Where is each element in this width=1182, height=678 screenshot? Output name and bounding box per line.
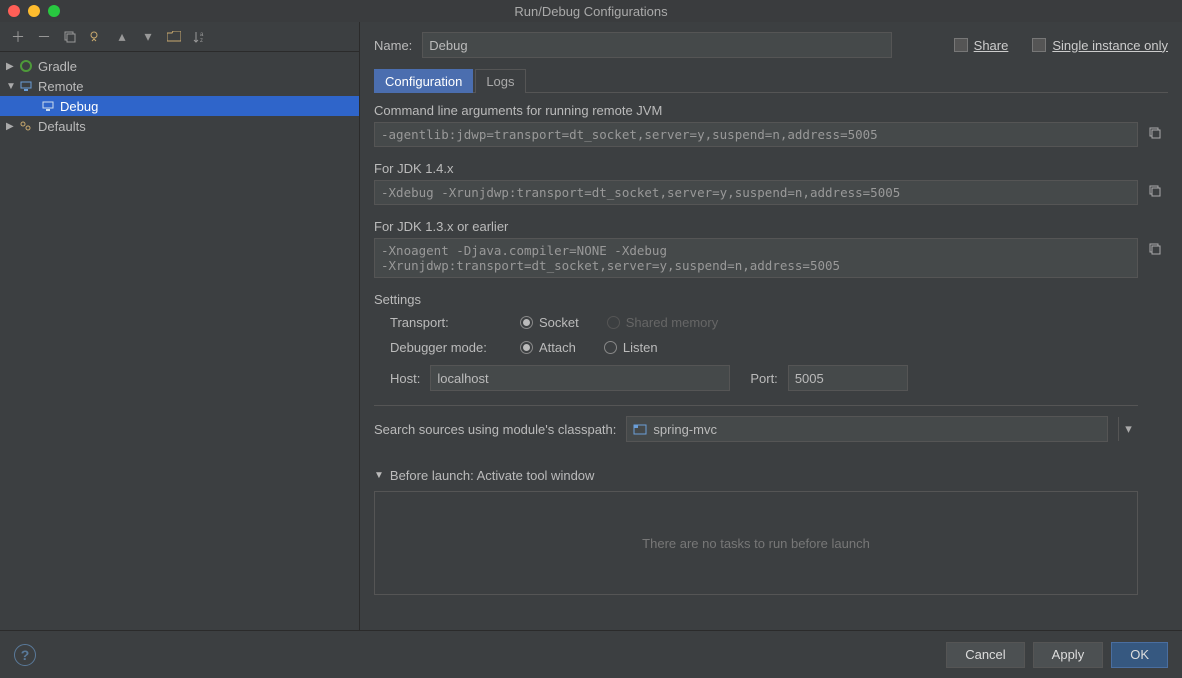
tab-logs[interactable]: Logs: [475, 69, 525, 93]
tree-label: Gradle: [38, 59, 77, 74]
chevron-right-icon: ▶: [6, 61, 18, 72]
copy-config-button[interactable]: [60, 27, 80, 47]
chevron-down-icon[interactable]: ▾: [1118, 417, 1138, 441]
port-label: Port:: [750, 371, 777, 386]
tree-item-debug[interactable]: Debug: [0, 96, 359, 116]
cancel-button[interactable]: Cancel: [946, 642, 1024, 668]
tabs: Configuration Logs: [374, 68, 1168, 93]
before-launch-toggle[interactable]: ▼ Before launch: Activate tool window: [374, 468, 1138, 483]
host-label: Host:: [390, 371, 420, 386]
jdk13-field[interactable]: -Xnoagent -Djava.compiler=NONE -Xdebug -…: [374, 238, 1138, 278]
remove-config-button[interactable]: －: [34, 27, 54, 47]
copy-icon[interactable]: [1146, 182, 1164, 200]
single-instance-checkbox-group[interactable]: Single instance only: [1032, 38, 1168, 53]
maximize-window-icon[interactable]: [48, 5, 60, 17]
move-up-button[interactable]: ▴: [112, 27, 132, 47]
cmd-args-label: Command line arguments for running remot…: [374, 103, 1138, 118]
debugger-mode-label: Debugger mode:: [390, 340, 500, 355]
name-label: Name:: [374, 38, 412, 53]
tree-item-remote[interactable]: ▼ Remote: [0, 76, 359, 96]
config-tree: ▶ Gradle ▼ Remote Debug ▶: [0, 52, 359, 630]
transport-socket-radio[interactable]: Socket: [520, 315, 579, 330]
chevron-down-icon: ▼: [6, 81, 18, 92]
move-down-button[interactable]: ▾: [138, 27, 158, 47]
radio-icon: [607, 316, 620, 329]
single-instance-label: Single instance only: [1052, 38, 1168, 53]
name-input[interactable]: [422, 32, 892, 58]
host-input[interactable]: [430, 365, 730, 391]
chevron-down-icon: ▼: [374, 470, 384, 481]
save-config-button[interactable]: [86, 27, 106, 47]
add-config-button[interactable]: ＋: [8, 27, 28, 47]
remote-icon: [40, 98, 56, 114]
radio-icon: [520, 316, 533, 329]
minimize-window-icon[interactable]: [28, 5, 40, 17]
radio-icon: [520, 341, 533, 354]
config-panel: Command line arguments for running remot…: [374, 103, 1168, 595]
window-controls: [8, 5, 60, 17]
select-value: spring-mvc: [653, 422, 717, 437]
tree-label: Defaults: [38, 119, 86, 134]
sidebar-toolbar: ＋ － ▴ ▾ az: [0, 22, 359, 52]
sidebar: ＋ － ▴ ▾ az ▶ Gradle: [0, 22, 360, 630]
copy-icon[interactable]: [1146, 240, 1164, 258]
radio-icon: [604, 341, 617, 354]
debugger-attach-radio[interactable]: Attach: [520, 340, 576, 355]
share-checkbox-group[interactable]: Share: [954, 38, 1009, 53]
copy-icon[interactable]: [1146, 124, 1164, 142]
checkbox-icon: [954, 38, 968, 52]
cmd-args-field[interactable]: -agentlib:jdwp=transport=dt_socket,serve…: [374, 122, 1138, 147]
tree-item-gradle[interactable]: ▶ Gradle: [0, 56, 359, 76]
close-window-icon[interactable]: [8, 5, 20, 17]
tree-label: Debug: [60, 99, 98, 114]
remote-icon: [18, 78, 34, 94]
checkbox-icon: [1032, 38, 1046, 52]
radio-label: Attach: [539, 340, 576, 355]
sort-button[interactable]: az: [190, 27, 210, 47]
tree-label: Remote: [38, 79, 84, 94]
titlebar: Run/Debug Configurations: [0, 0, 1182, 22]
transport-label: Transport:: [390, 315, 500, 330]
footer: ? Cancel Apply OK: [0, 630, 1182, 678]
main-panel: Name: Share Single instance only Configu…: [360, 22, 1182, 630]
before-launch-title: Before launch: Activate tool window: [390, 468, 595, 483]
tab-configuration[interactable]: Configuration: [374, 69, 473, 93]
debugger-listen-radio[interactable]: Listen: [604, 340, 658, 355]
module-classpath-select[interactable]: spring-mvc: [626, 416, 1108, 442]
window-title: Run/Debug Configurations: [8, 4, 1174, 19]
tree-item-defaults[interactable]: ▶ Defaults: [0, 116, 359, 136]
ok-button[interactable]: OK: [1111, 642, 1168, 668]
jdk14-label: For JDK 1.4.x: [374, 161, 1138, 176]
svg-text:z: z: [200, 38, 203, 44]
share-label: Share: [974, 38, 1009, 53]
help-button[interactable]: ?: [14, 644, 36, 666]
radio-label: Shared memory: [626, 315, 718, 330]
apply-button[interactable]: Apply: [1033, 642, 1104, 668]
module-icon: [633, 422, 647, 436]
radio-label: Listen: [623, 340, 658, 355]
chevron-right-icon: ▶: [6, 121, 18, 132]
port-input[interactable]: [788, 365, 908, 391]
gradle-icon: [18, 58, 34, 74]
empty-text: There are no tasks to run before launch: [642, 536, 870, 551]
settings-title: Settings: [374, 292, 1138, 307]
before-launch-list: There are no tasks to run before launch: [374, 491, 1138, 595]
folder-button[interactable]: [164, 27, 184, 47]
jdk14-field[interactable]: -Xdebug -Xrunjdwp:transport=dt_socket,se…: [374, 180, 1138, 205]
transport-shared-radio: Shared memory: [607, 315, 718, 330]
jdk13-label: For JDK 1.3.x or earlier: [374, 219, 1138, 234]
module-classpath-label: Search sources using module's classpath:: [374, 422, 616, 437]
defaults-icon: [18, 118, 34, 134]
radio-label: Socket: [539, 315, 579, 330]
